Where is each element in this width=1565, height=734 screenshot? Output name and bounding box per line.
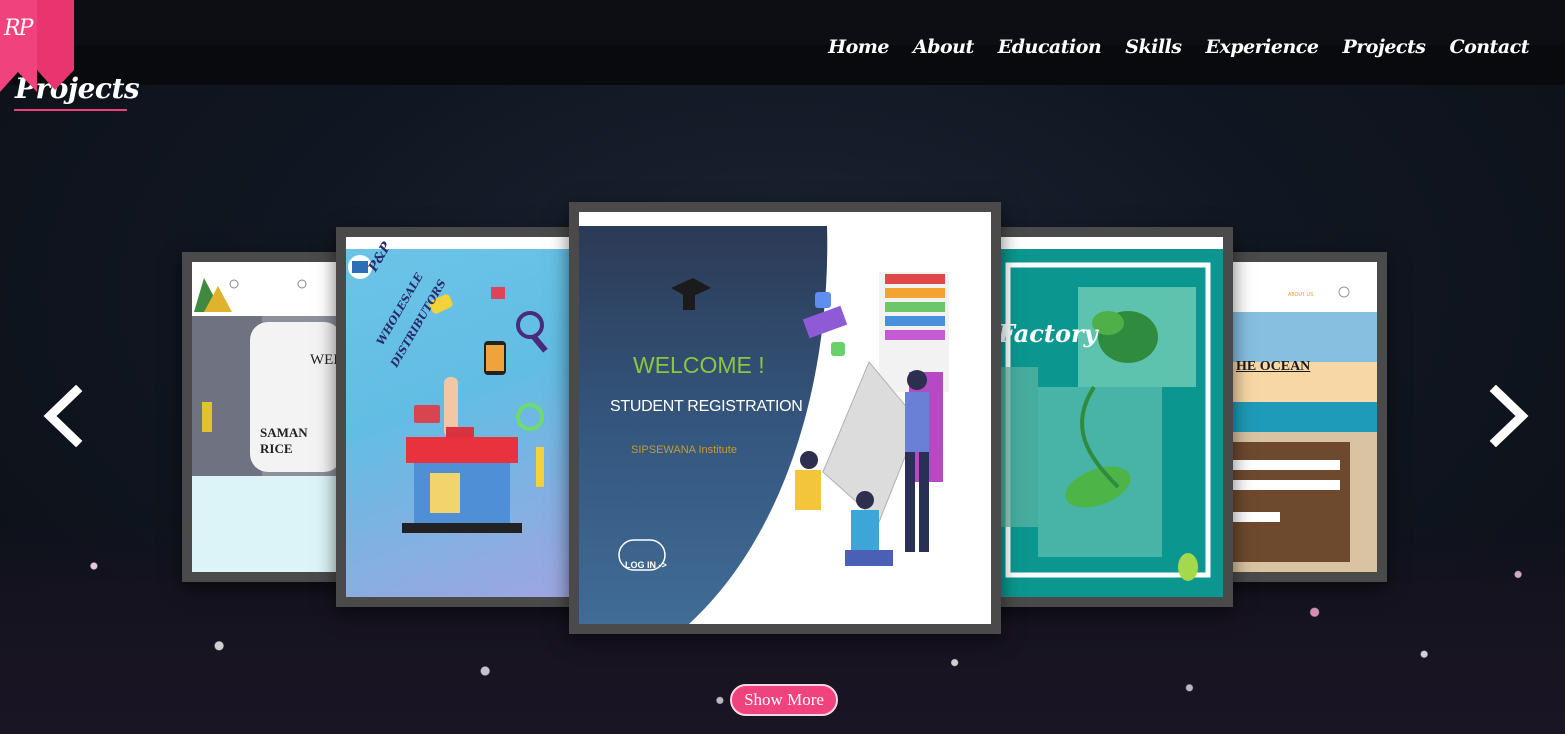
card-welcome: WELCOME ! (633, 352, 765, 378)
nav-about[interactable]: About (913, 36, 974, 58)
card-rice-subtitle: SAMAN RICE (260, 425, 308, 456)
chevron-left-icon (43, 384, 83, 448)
card-institute: SIPSEWANA Institute (631, 444, 737, 456)
carousel-next-button[interactable] (1488, 384, 1532, 448)
nav-experience[interactable]: Experience (1205, 36, 1318, 58)
project-card-tea-factory[interactable]: Factory (988, 227, 1233, 607)
logo-text: RP (4, 16, 33, 41)
nav-contact[interactable]: Contact (1449, 36, 1529, 58)
logo[interactable]: RP (0, 0, 74, 92)
card-tea-heading: Factory (998, 319, 1098, 348)
nav-home[interactable]: Home (828, 36, 889, 58)
window-titlebar (579, 212, 991, 224)
project-card-student-registration[interactable]: WELCOME ! STUDENT REGISTRATION SIPSEWANA… (569, 202, 1001, 634)
window-titlebar (998, 237, 1223, 249)
card-ocean-heading: HE OCEAN (1236, 359, 1311, 374)
nav-projects[interactable]: Projects (1342, 36, 1425, 58)
main-nav: Home About Education Skills Experience P… (828, 36, 1529, 58)
show-more-button[interactable]: Show More (730, 684, 838, 716)
nav-education[interactable]: Education (998, 36, 1102, 58)
nav-skills[interactable]: Skills (1125, 36, 1182, 58)
chevron-right-icon (1489, 384, 1529, 448)
carousel-prev-button[interactable] (40, 384, 84, 448)
project-card-wholesale[interactable]: P&P WHOLESALE DISTRIBUTORS (336, 227, 581, 607)
project-card-rice-mill[interactable]: WEL SAMAN RICE (182, 252, 352, 582)
card-login: LOG IN -> (625, 560, 667, 570)
project-card-ocean-hotel[interactable]: HE OCEAN ABOUT US (1220, 252, 1387, 582)
card-ocean-about: ABOUT US (1288, 292, 1314, 298)
card-student-title: STUDENT REGISTRATION (610, 398, 803, 415)
title-underline (14, 109, 127, 111)
